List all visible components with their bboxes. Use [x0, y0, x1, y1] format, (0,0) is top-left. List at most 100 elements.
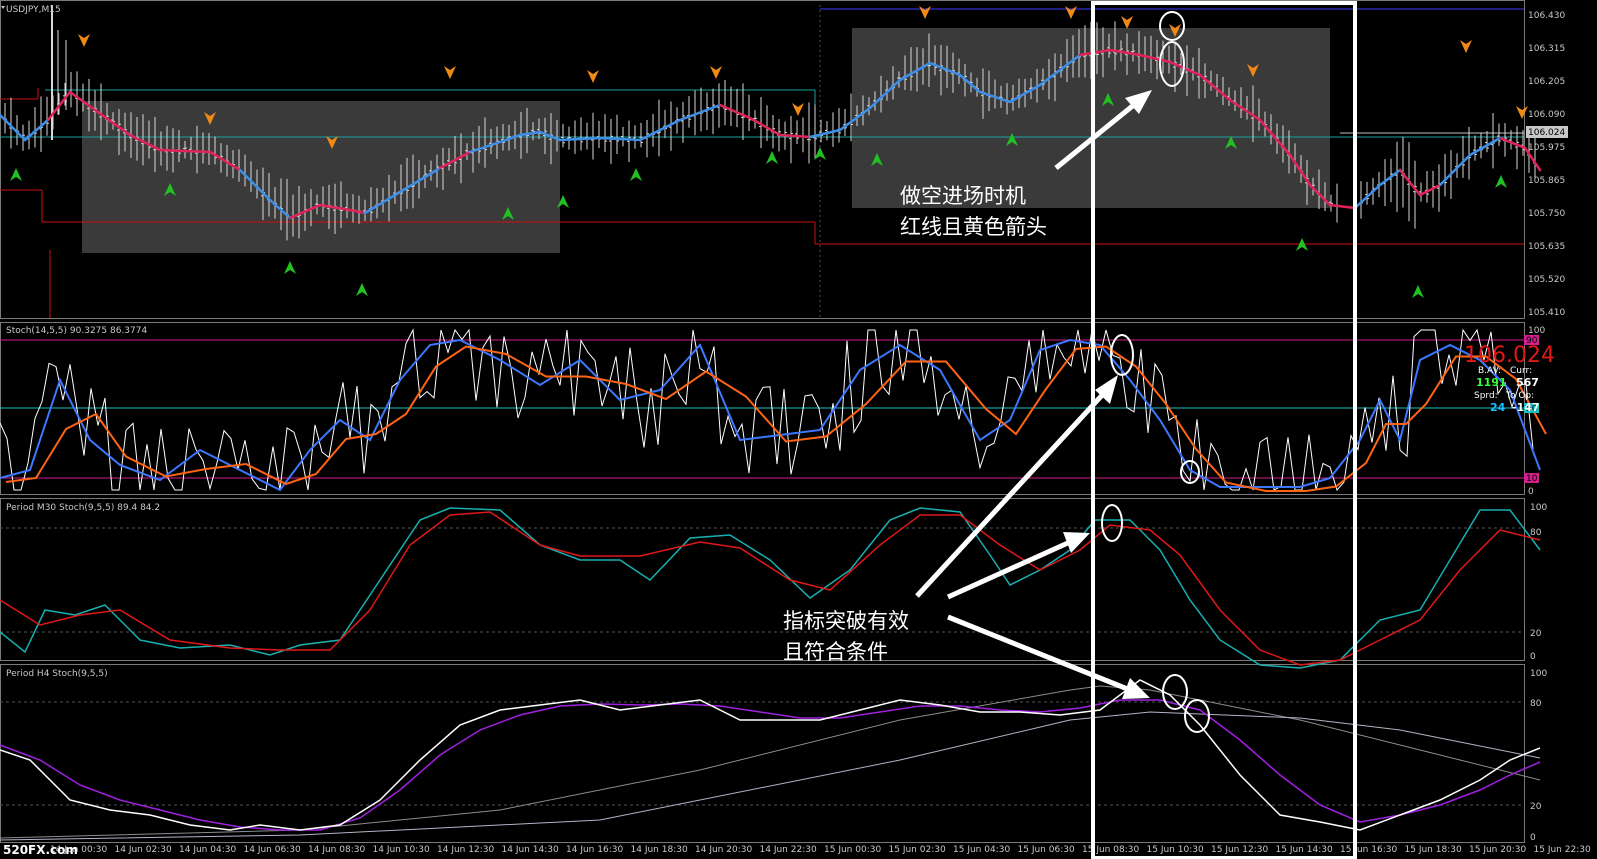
sell-arrow-icon — [1516, 106, 1528, 119]
panel-collapse-icon[interactable] — [1, 6, 5, 9]
time-tick: 15 Jun 16:30 — [1340, 845, 1397, 855]
arrow-head-m30 — [1063, 532, 1090, 553]
ma-segment — [678, 103, 722, 122]
time-tick: 14 Jun 16:30 — [566, 845, 623, 855]
buy-arrow-icon — [284, 261, 296, 274]
time-tick: 14 Jun 04:30 — [179, 845, 236, 855]
price-axis: 106.430 106.315 106.205 106.090 105.975 105.8… — [1528, 11, 1565, 318]
m30-panel-frame — [0, 498, 1525, 661]
info-bav-label: B.AV: — [1478, 366, 1501, 376]
watermark-logo: 520FX.com — [3, 843, 78, 857]
sell-arrow-icon — [444, 66, 456, 79]
buy-arrow-icon — [10, 168, 22, 181]
arrow-head-h4 — [1122, 678, 1150, 699]
time-tick: 14 Jun 14:30 — [502, 845, 559, 855]
info-bav-value: 1191 — [1476, 376, 1507, 389]
m30-stoch-lines — [0, 507, 1541, 669]
time-tick: 15 Jun 08:30 — [1082, 845, 1139, 855]
buy-arrow-icon — [766, 151, 778, 164]
time-tick: 14 Jun 20:30 — [695, 845, 752, 855]
h4-tick-100: 100 — [1530, 669, 1547, 679]
m30-tick-0: 0 — [1530, 652, 1536, 662]
time-tick: 14 Jun 18:30 — [631, 845, 688, 855]
stoch-tick-100: 100 — [1528, 326, 1545, 336]
m30-d-line — [0, 511, 1541, 666]
stoch-lines — [0, 328, 1547, 492]
annotation-break-line2: 且符合条件 — [783, 640, 888, 664]
m30-k-line — [0, 507, 1541, 669]
time-tick: 15 Jun 00:30 — [824, 845, 881, 855]
info-curr-value: 567 — [1516, 376, 1539, 389]
arrow-to-h4 — [947, 614, 1131, 693]
ma-segment — [558, 136, 602, 142]
buy-arrow-icon — [814, 147, 826, 160]
price-tick: 106.205 — [1528, 77, 1565, 87]
annotation-entry-line2: 红线且黄色箭头 — [900, 215, 1047, 239]
m30-tick-20: 20 — [1530, 629, 1542, 639]
trading-chart: 106.430 106.315 106.205 106.090 105.975 105.8… — [0, 0, 1591, 859]
annotation-break-line1: 指标突破有效 — [783, 609, 909, 633]
stoch-level-10-tag: 10 — [1526, 474, 1538, 484]
time-tick: 14 Jun 02:30 — [115, 845, 172, 855]
price-tick: 105.635 — [1528, 242, 1565, 252]
sell-arrow-icon — [1121, 16, 1133, 29]
ma-segment — [1418, 183, 1442, 197]
stoch-k-line — [0, 338, 1541, 492]
time-tick: 15 Jun 12:30 — [1211, 845, 1268, 855]
stoch-panel-label: Stoch(14,5,5) 90.3275 86.3774 — [6, 326, 147, 336]
sell-arrow-icon — [78, 34, 90, 47]
time-tick: 14 Jun 06:30 — [244, 845, 301, 855]
price-tick: 105.975 — [1528, 143, 1565, 153]
price-tick: 105.865 — [1528, 176, 1565, 186]
info-toop-value: -147 — [1512, 401, 1540, 414]
circle-m30-cross — [1101, 504, 1123, 542]
time-tick: 15 Jun 14:30 — [1276, 845, 1333, 855]
time-tick: 14 Jun 08:30 — [308, 845, 365, 855]
info-sprd-label: Sprd: — [1474, 391, 1498, 401]
price-tick: 106.090 — [1528, 110, 1565, 120]
h4-slow-line-1 — [0, 685, 1541, 839]
price-tick: 106.315 — [1528, 44, 1565, 54]
time-tick: 15 Jun 18:30 — [1405, 845, 1462, 855]
consolidation-box-1 — [82, 101, 560, 253]
time-tick: 15 Jun 02:30 — [889, 845, 946, 855]
ma-segment — [1328, 203, 1357, 210]
time-tick: 15 Jun 06:30 — [1018, 845, 1075, 855]
h4-tick-0: 0 — [1530, 833, 1536, 843]
info-price: 106.024 — [1464, 343, 1555, 368]
annotation-entry-line1: 做空进场时机 — [900, 184, 1026, 208]
time-tick: 15 Jun 22:30 — [1534, 845, 1591, 855]
sell-arrow-icon — [1460, 40, 1472, 53]
buy-arrow-icon — [630, 168, 642, 181]
price-tick: 105.410 — [1528, 308, 1565, 318]
ma-segment — [0, 113, 27, 142]
buy-arrow-icon — [1495, 175, 1507, 188]
info-toop-label: To Op: — [1505, 391, 1534, 401]
price-tick: 105.750 — [1528, 209, 1565, 219]
m30-levels — [0, 527, 1524, 633]
m30-tick-100: 100 — [1530, 503, 1547, 513]
ma-segment — [1498, 136, 1527, 150]
buy-arrow-icon — [1412, 285, 1424, 298]
info-box: 106.024 B.AV: Curr: 1191 567 Sprd: To Op… — [1464, 343, 1555, 414]
h4-panel-label: Period H4 Stoch(9,5,5) — [6, 669, 108, 679]
time-tick: 15 Jun 04:30 — [953, 845, 1010, 855]
current-price-tag: 106.024 — [1528, 128, 1565, 138]
sell-arrow-icon — [1065, 6, 1077, 19]
info-curr-label: Curr: — [1510, 366, 1532, 376]
time-tick: 15 Jun 10:30 — [1147, 845, 1204, 855]
info-sprd-value: 24 — [1490, 401, 1506, 414]
buy-arrow-icon — [356, 283, 368, 296]
time-tick: 15 Jun 20:30 — [1469, 845, 1526, 855]
price-tick: 105.520 — [1528, 275, 1565, 285]
stoch-levels — [0, 339, 1524, 479]
sell-arrow-icon — [919, 6, 931, 19]
price-panel-label: USDJPY,M15 — [6, 5, 61, 15]
circle-h4-lower — [1184, 699, 1210, 733]
sell-arrow-icon — [792, 103, 804, 116]
stoch-tick-0: 0 — [1528, 487, 1534, 497]
h4-tick-20: 20 — [1530, 802, 1542, 812]
time-tick: 14 Jun 22:30 — [760, 845, 817, 855]
m30-tick-80: 80 — [1530, 528, 1542, 538]
sell-arrow-icon — [710, 66, 722, 79]
